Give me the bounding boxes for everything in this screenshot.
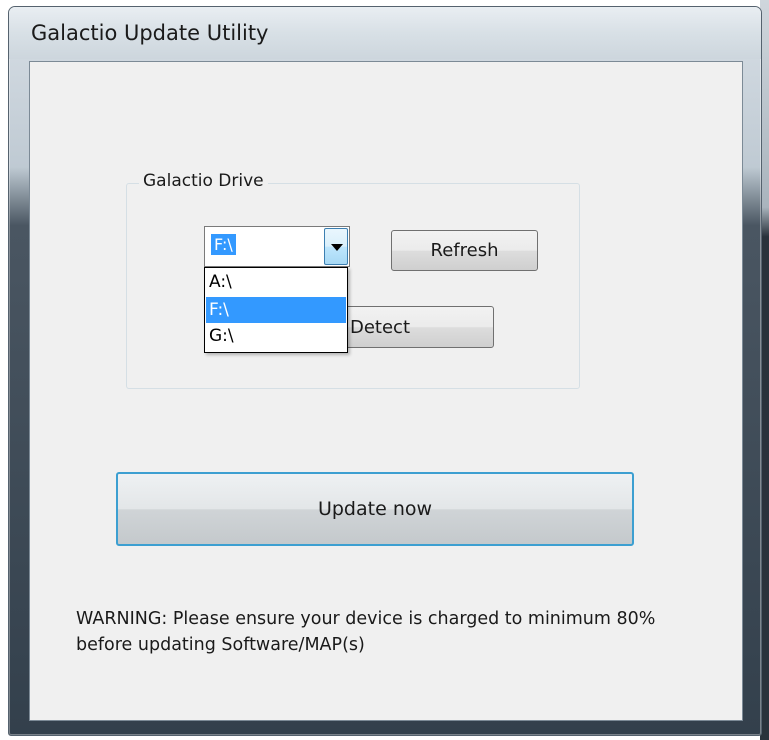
warning-line-2: before updating Software/MAP(s) bbox=[76, 635, 365, 655]
groupbox-label: Galactio Drive bbox=[139, 171, 268, 191]
refresh-button[interactable]: Refresh bbox=[391, 230, 538, 271]
client-area: Galactio Drive F:\ Refresh Detect A:\ F:… bbox=[29, 61, 743, 721]
dropdown-option-g[interactable]: G:\ bbox=[206, 323, 346, 349]
update-now-button[interactable]: Update now bbox=[116, 472, 634, 546]
chevron-down-icon[interactable] bbox=[324, 228, 348, 265]
warning-text: WARNING: Please ensure your device is ch… bbox=[76, 606, 726, 658]
dropdown-option-f[interactable]: F:\ bbox=[206, 297, 346, 323]
title-bar[interactable]: Galactio Update Utility bbox=[9, 7, 761, 59]
window-title: Galactio Update Utility bbox=[31, 21, 269, 45]
drive-dropdown-list: A:\ F:\ G:\ bbox=[204, 267, 348, 353]
combo-selected-value: F:\ bbox=[211, 234, 236, 255]
drive-groupbox: Galactio Drive bbox=[126, 171, 580, 389]
warning-line-1: WARNING: Please ensure your device is ch… bbox=[76, 609, 656, 629]
dropdown-option-a[interactable]: A:\ bbox=[206, 269, 346, 295]
drive-combobox[interactable]: F:\ bbox=[204, 226, 350, 267]
app-window: Galactio Update Utility Galactio Drive F… bbox=[8, 6, 762, 736]
